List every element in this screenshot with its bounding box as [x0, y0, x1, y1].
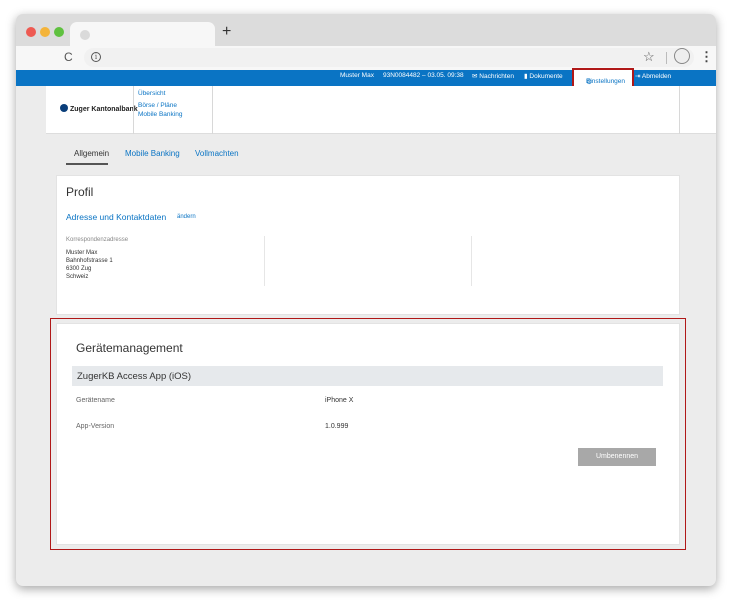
tab-powers-of-attorney[interactable]: Vollmachten	[195, 149, 239, 158]
device-name-label: Gerätename	[76, 397, 115, 404]
plus-icon[interactable]: +	[222, 23, 231, 41]
tab-general[interactable]: Allgemein	[74, 149, 109, 158]
device-management-card: Gerätemanagement ZugerKB Access App (iOS…	[56, 323, 680, 545]
address-contact-heading: Adresse und Kontaktdaten	[66, 212, 167, 222]
app-version-label: App-Version	[76, 423, 115, 430]
address-bar[interactable]: i	[84, 48, 694, 67]
bank-logo[interactable]: Zuger Kantonalbank	[60, 104, 138, 113]
documents-link[interactable]: ▮ Dokumente	[524, 72, 563, 80]
column-divider	[264, 236, 265, 286]
user-name: Muster Max	[340, 72, 374, 79]
profile-avatar-icon[interactable]	[674, 48, 690, 64]
logout-label: Abmelden	[641, 73, 672, 80]
edit-address-link[interactable]: ändern	[177, 214, 196, 220]
correspondence-address-label: Korrespondenzadresse	[66, 237, 129, 243]
toolbar-divider	[666, 52, 667, 64]
column-divider	[471, 236, 472, 286]
maximize-window-button[interactable]	[54, 27, 64, 37]
settings-label: Einstellungen	[586, 78, 626, 85]
address-line: Schweiz	[66, 274, 89, 280]
settings-tabs: Allgemein Mobile Banking Vollmachten	[56, 140, 676, 168]
favicon-icon	[80, 30, 90, 40]
logo-icon	[60, 104, 68, 112]
logo-text: Zuger Kantonalbank	[70, 106, 138, 113]
browser-toolbar: C i ☆ ⋮	[16, 46, 716, 70]
device-management-title: Gerätemanagement	[76, 341, 183, 355]
nav-stock-exchange[interactable]: Börse / Pläne	[138, 102, 177, 109]
device-name-value: iPhone X	[325, 397, 354, 404]
info-icon[interactable]: i	[91, 52, 101, 62]
documents-label: Dokumente	[529, 73, 563, 80]
header-divider	[679, 86, 680, 134]
site-header: Zuger Kantonalbank Übersicht Börse / Plä…	[46, 86, 716, 134]
logout-link[interactable]: ⇥ Abmelden	[635, 72, 671, 80]
nav-mobile-banking[interactable]: Mobile Banking	[138, 111, 182, 118]
tab-mobile-banking[interactable]: Mobile Banking	[125, 149, 180, 158]
rename-button[interactable]: Umbenennen	[578, 448, 656, 466]
nav-overview[interactable]: Übersicht	[138, 90, 165, 97]
address-line: Bahnhofstrasse 1	[66, 258, 113, 264]
minimize-window-button[interactable]	[40, 27, 50, 37]
header-divider	[133, 86, 134, 134]
app-name: ZugerKB Access App (iOS)	[77, 371, 192, 382]
kebab-menu-icon[interactable]: ⋮	[700, 49, 713, 65]
close-window-button[interactable]	[26, 27, 36, 37]
active-tab-indicator	[66, 163, 108, 165]
settings-link[interactable]: ⚙ Einstellungen	[572, 68, 634, 88]
app-version-value: 1.0.999	[325, 423, 349, 430]
tab-strip: +	[16, 14, 716, 48]
address-line: Muster Max	[66, 250, 98, 256]
session-info: 93N0084482 – 03.05. 09:38	[383, 72, 464, 79]
reload-icon[interactable]: C	[64, 50, 73, 64]
profile-title: Profil	[66, 185, 94, 199]
browser-tab[interactable]	[70, 22, 215, 48]
app-header-bar: ZugerKB Access App (iOS)	[72, 366, 663, 386]
header-divider	[212, 86, 213, 134]
address-line: 6300 Zug	[66, 266, 92, 272]
star-icon[interactable]: ☆	[643, 49, 655, 65]
profile-card: Profil Adresse und Kontaktdaten ändern K…	[56, 175, 680, 315]
browser-window: + C i ☆ ⋮ Muster Max 93N0084482 – 03.05.…	[16, 14, 716, 586]
messages-link[interactable]: ✉ Nachrichten	[472, 72, 514, 80]
messages-label: Nachrichten	[479, 73, 514, 80]
